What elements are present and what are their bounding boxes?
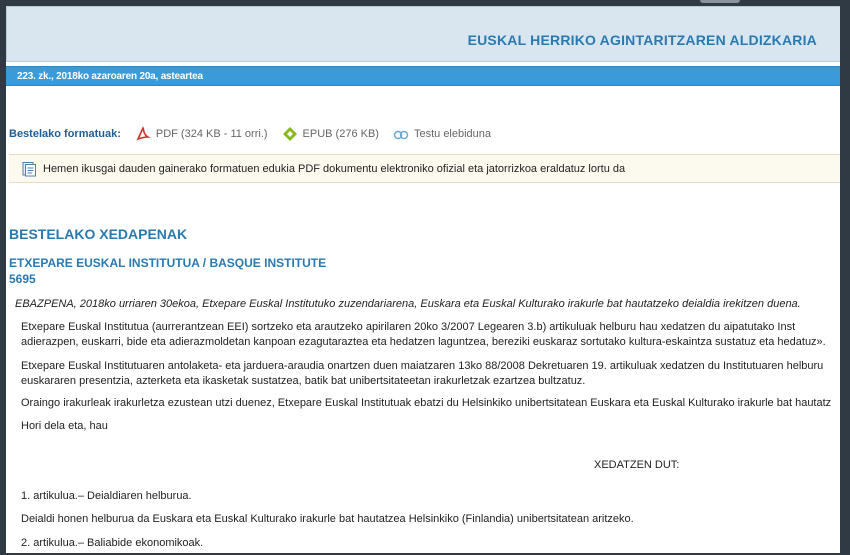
formats-row: Bestelako formatuak: PDF (324 KB - 11 or… <box>9 125 505 143</box>
pdf-link[interactable]: PDF (324 KB - 11 orri.) <box>135 126 268 142</box>
document-icon <box>22 161 36 176</box>
paragraph-1-line-1: Etxepare Euskal Institutua (aurrerantzea… <box>21 321 796 333</box>
pdf-icon <box>136 126 151 141</box>
bilingual-text-label: Testu elebiduna <box>413 128 492 140</box>
article-1-text: Deialdi honen helburua da Euskara eta Eu… <box>21 513 634 525</box>
notice-box: Hemen ikusgai dauden gainerako formatuen… <box>9 154 846 183</box>
paragraph-2-line-2: euskararen presentzia, azterketa eta ika… <box>21 375 586 387</box>
epub-link-label: EPUB (276 KB) <box>302 128 379 140</box>
paragraph-1-line-2: adierazpen, euskarri, bide eta adierazmo… <box>21 336 826 348</box>
gazette-header: EUSKAL HERRIKO AGINTARITZAREN ALDIZKARIA <box>6 6 846 62</box>
resolution-summary: EBAZPENA, 2018ko urriaren 30ekoa, Etxepa… <box>15 298 801 310</box>
pdf-link-label: PDF (324 KB - 11 orri.) <box>155 128 268 140</box>
paragraph-4: Hori dela eta, hau <box>21 420 108 432</box>
paragraph-2-line-1: Etxepare Euskal Institutuaren antolaketa… <box>21 360 824 372</box>
article-2-title: 2. artikulua.– Baliabide ekonomikoak. <box>21 537 204 549</box>
institution-name: ETXEPARE EUSKAL INSTITUTUA / BASQUE INST… <box>9 256 327 270</box>
issue-bar: 223. zk., 2018ko azaroaren 20a, astearte… <box>6 66 846 86</box>
issue-date: 223. zk., 2018ko azaroaren 20a, astearte… <box>17 71 203 82</box>
epub-icon <box>282 127 297 141</box>
bilingual-text-link[interactable]: Testu elebiduna <box>393 126 491 142</box>
epub-link[interactable]: EPUB (276 KB) <box>282 126 379 142</box>
right-edge <box>840 6 846 553</box>
paragraph-3: Oraingo irakurleak irakurletza ezustean … <box>21 397 832 409</box>
notice-text: Hemen ikusgai dauden gainerako formatuen… <box>43 162 626 175</box>
gazette-title: EUSKAL HERRIKO AGINTARITZAREN ALDIZKARIA <box>467 32 817 48</box>
document-number: 5695 <box>9 272 36 286</box>
section-title: BESTELAKO XEDAPENAK <box>9 226 188 242</box>
formats-label: Bestelako formatuak: <box>9 128 121 140</box>
bilingual-text-icon <box>393 130 409 140</box>
article-1-title: 1. artikulua.– Deialdiaren helburua. <box>21 490 192 502</box>
frame-glint <box>700 0 740 3</box>
document-page: EUSKAL HERRIKO AGINTARITZAREN ALDIZKARIA… <box>6 6 846 553</box>
decree-heading: XEDATZEN DUT: <box>594 459 680 471</box>
